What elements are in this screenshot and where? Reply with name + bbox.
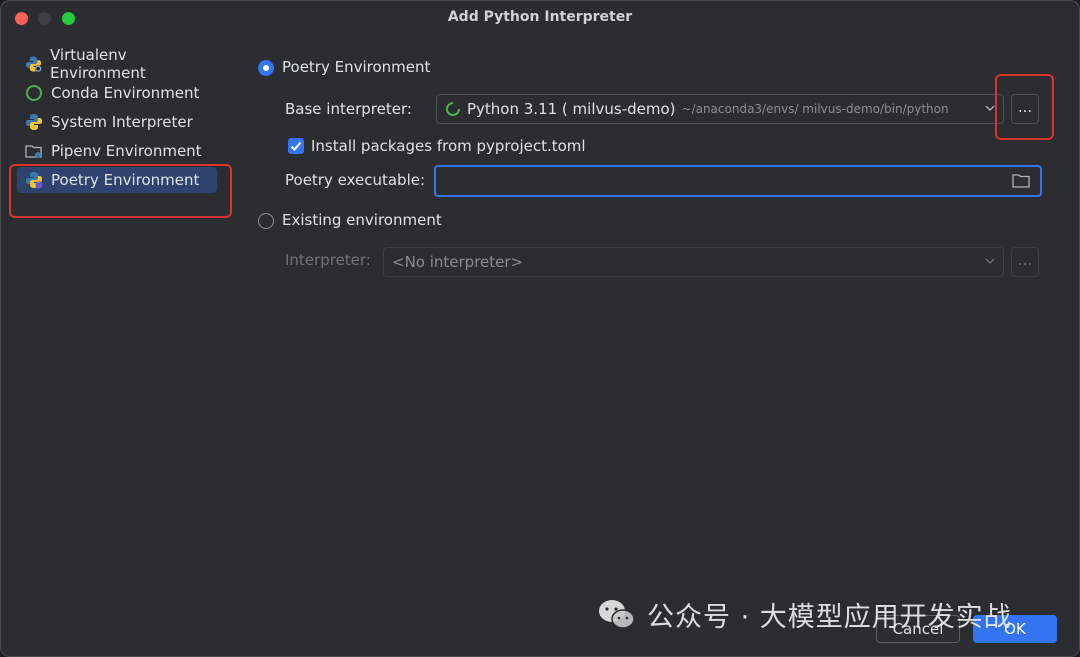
base-interpreter-select[interactable]: Python 3.11 ( milvus-demo) ~/anaconda3/e… [436,94,1004,124]
watermark-text: 公众号 · 大模型应用开发实战 [647,602,1012,633]
highlight-box-sidebar [9,164,232,218]
python-icon [26,114,42,130]
chevron-down-icon [985,258,995,264]
sidebar-item-conda[interactable]: Conda Environment [17,80,217,106]
interpreter-value: <No interpreter> [392,253,524,271]
sidebar-item-virtualenv[interactable]: Virtualenv Environment [17,46,217,82]
install-packages-checkbox[interactable] [288,138,304,154]
chevron-down-icon [985,105,995,111]
interpreter-select[interactable]: <No interpreter> [383,247,1004,277]
sidebar-item-label: System Interpreter [51,113,193,131]
existing-environment-radio[interactable] [258,213,274,229]
sidebar-item-label: Virtualenv Environment [49,46,146,82]
base-interpreter-label: Base interpreter: [285,100,412,118]
dialog-title: Add Python Interpreter [447,9,633,25]
checkmark-icon [290,141,302,151]
sidebar-item-system-interpreter[interactable]: System Interpreter [17,109,217,135]
sidebar-item-label: Conda Environment [51,84,200,102]
poetry-executable-label: Poetry executable: [285,171,426,189]
poetry-environment-label: Poetry Environment [282,58,431,76]
wechat-icon [599,599,635,629]
add-python-interpreter-dialog: Add Python Interpreter Virtualenv Enviro… [0,0,1080,657]
install-packages-label: Install packages from pyproject.toml [311,137,586,155]
base-interpreter-path: ~/anaconda3/envs/ milvus-demo/bin/python [681,102,949,116]
loading-spinner-icon [446,102,460,116]
highlight-box-browse [995,74,1054,140]
title-bar: Add Python Interpreter [1,1,1079,35]
interpreter-label: Interpreter: [285,251,371,269]
poetry-environment-radio[interactable] [258,60,274,76]
interpreter-browse-button[interactable]: ... [1011,247,1039,277]
pipenv-folder-icon [25,145,42,158]
base-interpreter-value: Python 3.11 ( milvus-demo) [467,100,676,118]
poetry-executable-input[interactable] [434,165,1042,197]
folder-icon[interactable] [1012,173,1030,189]
watermark: 公众号 · 大模型应用开发实战 [597,595,1012,634]
conda-icon [26,85,42,101]
python-venv-icon [25,56,42,73]
sidebar-item-label: Pipenv Environment [51,142,202,160]
sidebar-item-pipenv[interactable]: Pipenv Environment [17,138,217,164]
existing-environment-label: Existing environment [282,211,442,229]
